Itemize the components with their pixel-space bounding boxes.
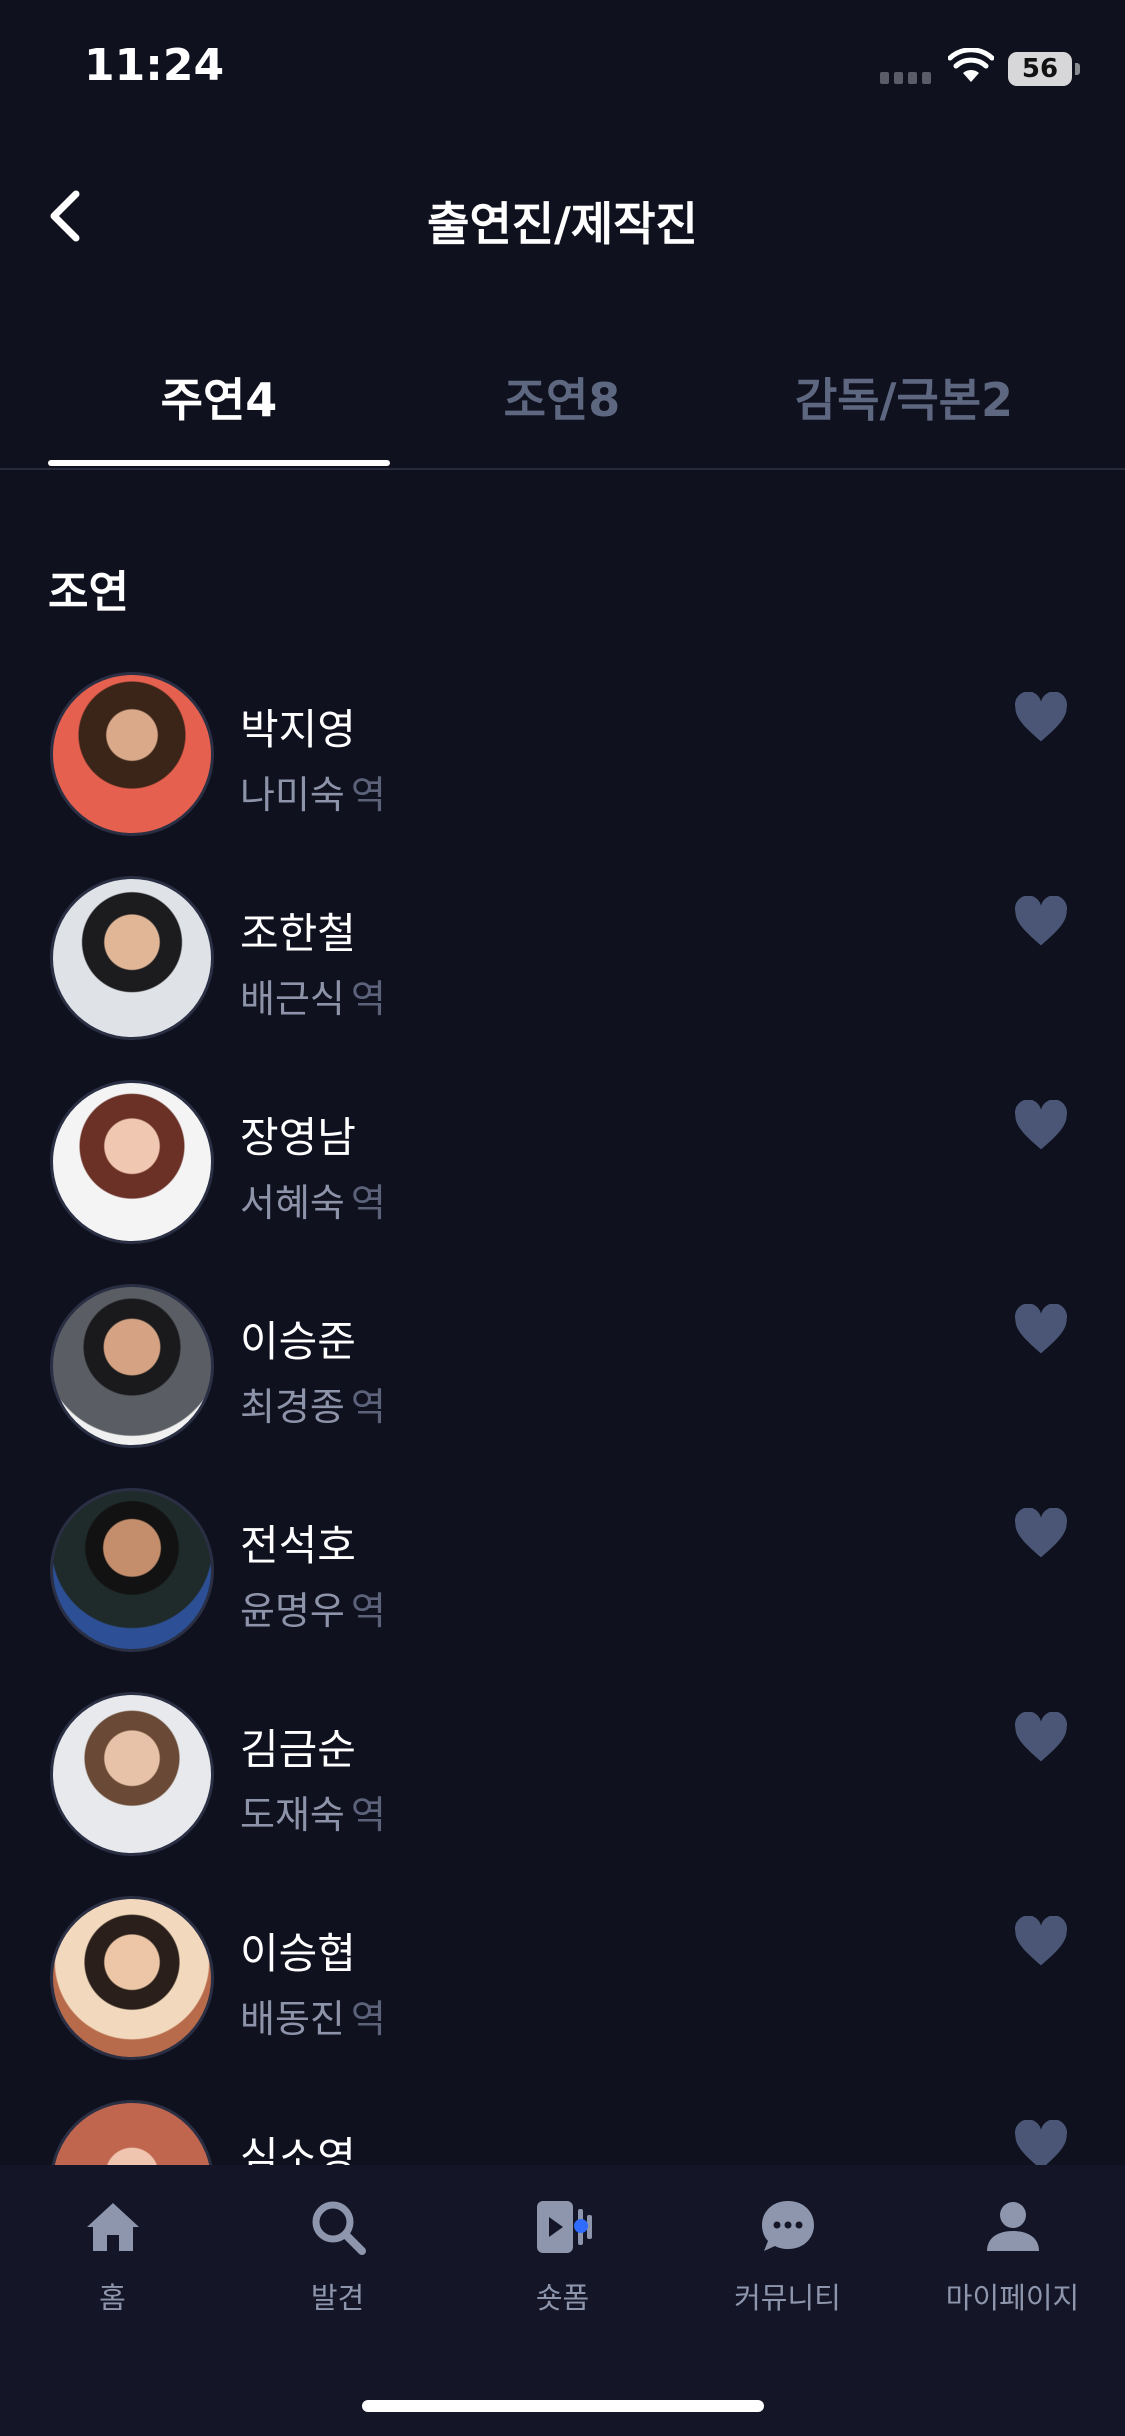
home-icon (86, 2203, 139, 2251)
cast-role: 배동진 역 (240, 1988, 386, 2043)
page-title: 출연진/제작진 (427, 197, 698, 251)
avatar (50, 672, 214, 836)
signal-icon (880, 72, 936, 84)
avatar (50, 1488, 214, 1652)
role-suffix: 역 (350, 1793, 386, 1837)
cast-row[interactable]: 이승준 최경종 역 (0, 1272, 1125, 1476)
cast-name: 이승협 (240, 1929, 356, 1978)
role-name: 최경종 (240, 1385, 345, 1429)
profile-icon (986, 2202, 1039, 2251)
role-suffix: 역 (350, 977, 386, 1021)
avatar (50, 1284, 214, 1448)
cast-role: 도재숙 역 (240, 1784, 386, 1839)
cast-name: 조한철 (240, 909, 356, 958)
cast-name: 김금순 (240, 1725, 356, 1774)
nav-label: 커뮤니티 (734, 2281, 841, 2315)
cast-name: 장영남 (240, 1113, 356, 1162)
cast-row[interactable]: 김금순 도재숙 역 (0, 1680, 1125, 1884)
cast-name: 박지영 (240, 705, 356, 754)
avatar (50, 2100, 214, 2165)
cast-row[interactable]: 이승협 배동진 역 (0, 1884, 1125, 2088)
cast-row[interactable]: 장영남 서혜숙 역 (0, 1068, 1125, 1272)
tab-supporting[interactable]: 조연8 (392, 360, 732, 460)
battery-icon: 56 (1008, 52, 1072, 86)
search-icon (312, 2201, 366, 2255)
tab-lead[interactable]: 주연4 (49, 360, 389, 460)
bottom-nav: 홈 발견 숏폼 커뮤니티 마이페이지 (0, 2165, 1125, 2436)
cast-role: 나미숙 역 (240, 764, 386, 819)
role-name: 도재숙 (240, 1793, 345, 1837)
nav-shortform[interactable]: 숏폼 (450, 2195, 675, 2317)
active-tab-indicator (48, 460, 390, 466)
cast-row[interactable]: 조한철 배근식 역 (0, 864, 1125, 1068)
status-bar: 11:24 56 (0, 0, 1125, 140)
avatar (50, 1692, 214, 1856)
role-suffix: 역 (350, 1181, 386, 1225)
battery-nub (1075, 63, 1080, 75)
avatar (50, 1080, 214, 1244)
nav-community[interactable]: 커뮤니티 (675, 2195, 900, 2317)
role-name: 배동진 (240, 1997, 345, 2041)
chat-icon (761, 2201, 814, 2251)
heart-icon[interactable] (1013, 1100, 1069, 1152)
cast-name: 이승준 (240, 1317, 356, 1366)
heart-icon[interactable] (1013, 1304, 1069, 1356)
role-suffix: 역 (350, 1997, 386, 2041)
cast-role: 최경종 역 (240, 1376, 386, 1431)
role-suffix: 역 (350, 1589, 386, 1633)
heart-icon[interactable] (1013, 1508, 1069, 1560)
role-suffix: 역 (350, 1385, 386, 1429)
cast-name: 심소영 (240, 2133, 356, 2165)
role-name: 윤명우 (240, 1589, 345, 1633)
heart-icon[interactable] (1013, 1916, 1069, 1968)
avatar (50, 1896, 214, 2060)
wifi-icon (948, 48, 994, 82)
heart-icon[interactable] (1013, 1712, 1069, 1764)
nav-discover[interactable]: 발견 (225, 2195, 450, 2317)
cast-role: 서혜숙 역 (240, 1172, 386, 1227)
tab-bar: 주연4 조연8 감독/극본2 (0, 360, 1125, 470)
cast-list: 박지영 나미숙 역 조한철 배근식 역 장영남 서혜숙 역 이승준 최경종 역 전석호 … (0, 660, 1125, 2165)
nav-mypage[interactable]: 마이페이지 (900, 2195, 1125, 2317)
home-indicator (362, 2400, 764, 2412)
role-name: 서혜숙 (240, 1181, 345, 1225)
avatar (50, 876, 214, 1040)
cast-name: 전석호 (240, 1521, 356, 1570)
cast-row[interactable]: 전석호 윤명우 역 (0, 1476, 1125, 1680)
nav-label: 마이페이지 (945, 2281, 1080, 2315)
heart-icon[interactable] (1013, 692, 1069, 744)
role-name: 나미숙 (240, 773, 345, 817)
heart-icon[interactable] (1013, 2120, 1069, 2165)
cast-role: 윤명우 역 (240, 1580, 386, 1635)
status-time: 11:24 (84, 40, 225, 91)
heart-icon[interactable] (1013, 896, 1069, 948)
cast-role: 배근식 역 (240, 968, 386, 1023)
nav-home[interactable]: 홈 (0, 2195, 225, 2317)
nav-header: 출연진/제작진 (0, 160, 1125, 270)
role-suffix: 역 (350, 773, 386, 817)
section-title: 조연 (48, 567, 129, 618)
nav-label: 숏폼 (535, 2281, 590, 2315)
cast-row[interactable]: 심소영 (0, 2088, 1125, 2165)
role-name: 배근식 (240, 977, 345, 1021)
cast-row[interactable]: 박지영 나미숙 역 (0, 660, 1125, 864)
nav-label: 홈 (99, 2281, 126, 2315)
notification-dot (574, 2219, 588, 2233)
tab-director-writer[interactable]: 감독/극본2 (734, 360, 1074, 460)
nav-label: 발견 (310, 2281, 365, 2315)
